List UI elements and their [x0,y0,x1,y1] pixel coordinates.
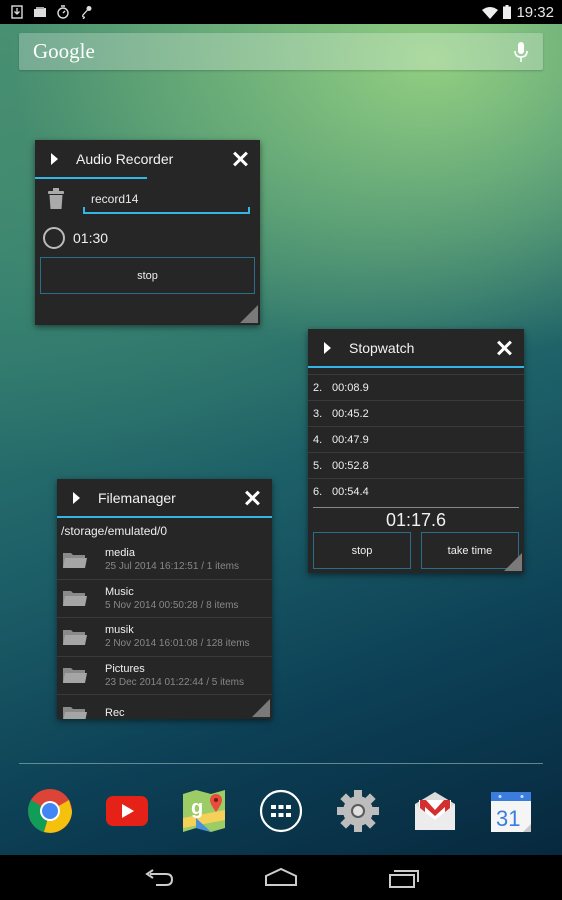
lap-row: 2. 00:08.9 [308,375,524,401]
stopwatch-window: Stopwatch 2. 00:08.9 3. 00:45.2 4. 00:47… [308,329,524,573]
lap-row: 5. 00:52.8 [308,453,524,479]
folder-icon [63,707,87,719]
filemanager-window: Filemanager /storage/emulated/0 media 25 … [57,479,272,719]
window-title: Filemanager [98,489,176,506]
lap-row: 6. 00:54.4 [313,486,369,498]
maps-icon[interactable]: g [181,788,227,834]
microphone-icon [82,6,92,19]
trash-icon[interactable] [47,188,65,210]
stopwatch-icon [57,5,69,19]
resize-handle[interactable] [240,305,258,323]
audio-recorder-window: Audio Recorder record14 01:30 stop [35,140,260,325]
file-list-item[interactable]: musik 2 Nov 2014 16:01:08 / 128 items [57,618,272,657]
resize-handle[interactable] [252,699,270,717]
lap-row-partial [308,368,524,375]
calendar-icon[interactable]: 31 [488,788,534,834]
google-logo: Google [33,39,95,63]
gmail-icon[interactable] [412,788,458,834]
calendar-day: 31 [496,806,520,831]
app-dock: g 31 [0,780,562,842]
back-icon[interactable] [142,866,176,890]
folder-icon [63,552,87,568]
chrome-icon[interactable] [27,788,73,834]
window-header[interactable]: Filemanager [57,479,272,516]
microphone-icon[interactable] [513,41,529,63]
folder-icon [63,629,87,645]
file-list-item[interactable]: Rec [57,695,272,719]
lap-row: 4. 00:47.9 [308,427,524,453]
file-list[interactable]: media 25 Jul 2014 16:12:51 / 1 items Musi… [57,541,272,719]
stop-button[interactable]: stop [313,532,411,569]
close-icon[interactable] [244,490,260,506]
recording-progress-ring [43,227,65,249]
window-title: Stopwatch [349,339,415,356]
svg-text:g: g [191,797,203,819]
file-list-item[interactable]: Music 5 Nov 2014 00:50:28 / 8 items [57,580,272,618]
app-drawer-icon[interactable] [258,788,304,834]
wifi-icon [482,6,499,19]
file-list-item[interactable]: Pictures 23 Dec 2014 01:22:44 / 5 items [57,657,272,695]
total-time: 01:17.6 [385,510,447,530]
window-header[interactable]: Audio Recorder [35,140,260,177]
filename-input[interactable]: record14 [83,184,250,214]
home-icon[interactable] [264,866,298,890]
play-icon[interactable] [324,341,331,354]
file-list-item[interactable]: media 25 Jul 2014 16:12:51 / 1 items [57,541,272,580]
close-icon[interactable] [232,151,248,167]
play-icon[interactable] [51,152,58,165]
navigation-bar [0,855,562,900]
current-path: /storage/emulated/0 [61,524,168,538]
settings-icon[interactable] [335,788,381,834]
google-search-bar[interactable]: Google [19,33,543,70]
folder-icon [63,668,87,684]
youtube-icon[interactable] [104,788,150,834]
close-icon[interactable] [496,340,512,356]
folder-icon [63,591,87,607]
resize-handle[interactable] [504,553,522,571]
lap-row: 3. 00:45.2 [308,401,524,427]
recents-icon[interactable] [386,866,420,890]
lap-list[interactable]: 2. 00:08.9 3. 00:45.2 4. 00:47.9 5. 00:5… [308,368,524,507]
elapsed-time: 01:30 [73,230,109,246]
window-title: Audio Recorder [76,150,174,167]
folder-icon [34,7,46,17]
clock: 19:32 [516,3,554,21]
window-header[interactable]: Stopwatch [308,329,524,366]
dock-divider [19,763,543,764]
stop-button[interactable]: stop [40,257,255,294]
play-icon[interactable] [73,491,80,504]
download-icon [11,5,23,19]
status-bar: 19:32 [0,0,562,24]
battery-icon [503,5,512,19]
